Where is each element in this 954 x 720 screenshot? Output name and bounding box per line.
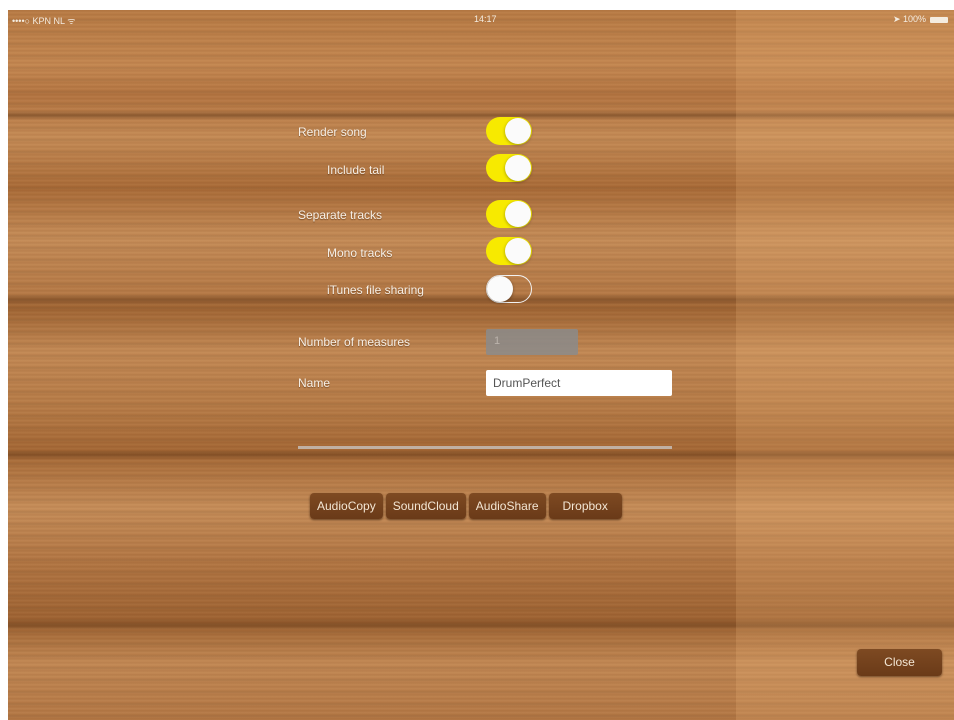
share-button-row: AudioCopy SoundCloud AudioShare Dropbox — [310, 493, 622, 519]
number-of-measures-field[interactable]: 1 — [486, 329, 578, 355]
itunes-file-sharing-toggle[interactable] — [486, 275, 532, 303]
number-of-measures-label: Number of measures — [298, 335, 411, 349]
render-song-toggle[interactable] — [486, 117, 532, 145]
toggle-knob — [505, 155, 531, 181]
right-panel — [736, 10, 954, 720]
toggle-knob — [505, 118, 531, 144]
carrier-signal: ••••○ KPN NL ᯤ — [12, 16, 76, 26]
soundcloud-button[interactable]: SoundCloud — [385, 493, 466, 519]
include-tail-label: Include tail — [327, 163, 385, 177]
battery-status: ➤ 100% — [893, 14, 948, 25]
dropbox-button[interactable]: Dropbox — [548, 493, 622, 519]
close-button[interactable]: Close — [857, 649, 942, 676]
name-field[interactable] — [486, 370, 672, 396]
render-song-label: Render song — [298, 125, 367, 139]
battery-label: ➤ 100% — [892, 14, 926, 24]
separate-tracks-label: Separate tracks — [298, 208, 383, 222]
export-screen: ••••○ KPN NL ᯤ 14:17 ➤ 100% Render song … — [8, 10, 954, 720]
itunes-file-sharing-label: iTunes file sharing — [327, 283, 424, 297]
status-bar: ••••○ KPN NL ᯤ 14:17 ➤ 100% — [8, 10, 954, 30]
audiocopy-button[interactable]: AudioCopy — [310, 493, 383, 519]
toggle-knob — [487, 276, 513, 302]
divider — [298, 446, 672, 449]
mono-tracks-toggle[interactable] — [486, 237, 532, 265]
include-tail-toggle[interactable] — [486, 154, 532, 182]
status-time: 14:17 — [474, 14, 497, 24]
name-label: Name — [298, 376, 331, 390]
toggle-knob — [505, 238, 531, 264]
toggle-knob — [505, 201, 531, 227]
separate-tracks-toggle[interactable] — [486, 200, 532, 228]
mono-tracks-label: Mono tracks — [327, 246, 393, 260]
audioshare-button[interactable]: AudioShare — [468, 493, 546, 519]
battery-icon — [930, 16, 948, 23]
